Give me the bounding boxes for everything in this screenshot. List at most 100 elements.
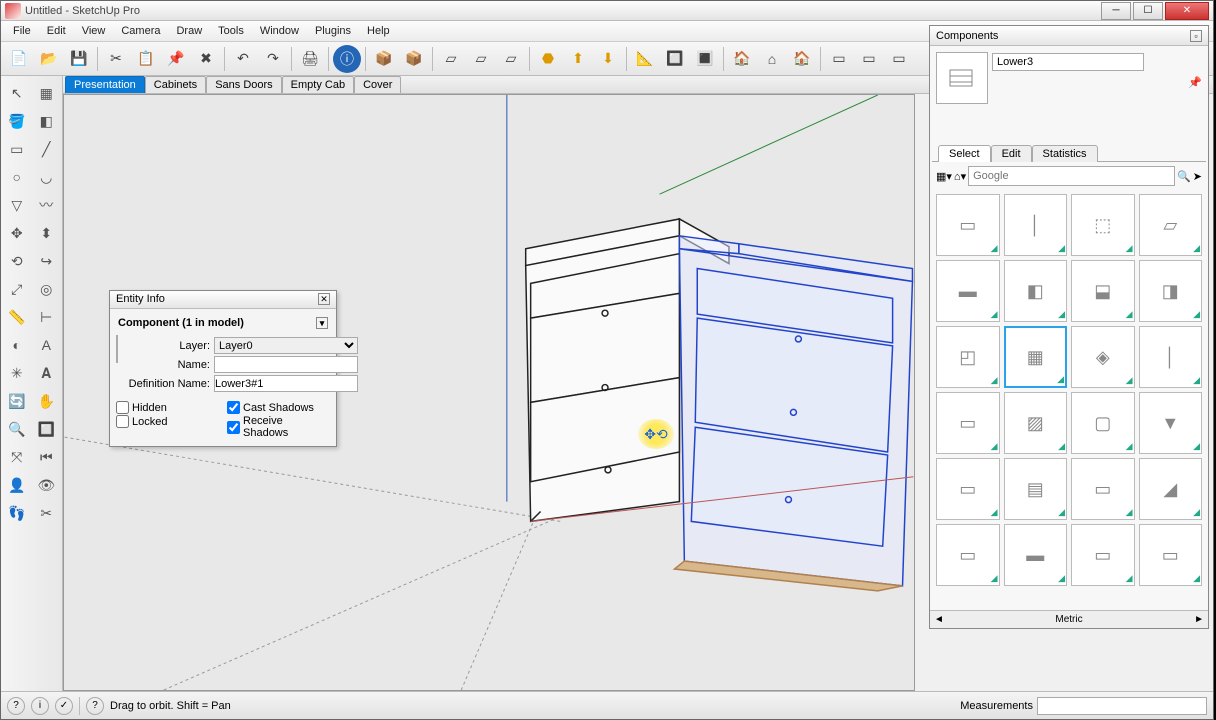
lookaround-tool[interactable]: 👁: [33, 472, 61, 498]
zoomwindow-tool[interactable]: 🔲: [33, 416, 61, 442]
cut-button[interactable]: ✂: [102, 45, 130, 73]
component-button-2[interactable]: ⬆: [564, 45, 592, 73]
component-thumb[interactable]: │◢: [1004, 194, 1068, 256]
component-thumb[interactable]: │◢: [1139, 326, 1203, 388]
pushpull-tool[interactable]: ⬍: [33, 220, 61, 246]
section-button-2[interactable]: ⌂: [758, 45, 786, 73]
component-thumb[interactable]: ▨◢: [1004, 392, 1068, 454]
component-thumb[interactable]: ▭◢: [1071, 524, 1135, 586]
component-thumb[interactable]: ▭◢: [936, 392, 1000, 454]
component-thumb[interactable]: ▼◢: [1139, 392, 1203, 454]
component-thumb[interactable]: ▭◢: [936, 524, 1000, 586]
locked-check[interactable]: Locked: [116, 415, 219, 428]
polygon-tool[interactable]: ▽: [3, 192, 31, 218]
offset-tool[interactable]: ◎: [33, 276, 61, 302]
measure-button-2[interactable]: 🔲: [661, 45, 689, 73]
menu-help[interactable]: Help: [359, 22, 398, 40]
component-pin-icon[interactable]: 📌: [1188, 77, 1202, 89]
next-page-icon[interactable]: ►: [1194, 614, 1204, 625]
previous-tool[interactable]: ⏮: [33, 444, 61, 470]
def-input[interactable]: [214, 375, 358, 392]
layout-button-3[interactable]: ▱: [497, 45, 525, 73]
maximize-button[interactable]: ☐: [1133, 2, 1163, 20]
component-thumb[interactable]: ▭◢: [1139, 524, 1203, 586]
tab-edit[interactable]: Edit: [991, 145, 1032, 162]
entity-material-swatch[interactable]: [116, 335, 118, 363]
section-tool[interactable]: ✂: [33, 500, 61, 526]
style-button-2[interactable]: ▭: [855, 45, 883, 73]
move-tool[interactable]: ✥: [3, 220, 31, 246]
menu-file[interactable]: File: [5, 22, 39, 40]
copy-button[interactable]: 📋: [132, 45, 160, 73]
prev-page-icon[interactable]: ◄: [934, 614, 944, 625]
section-button-1[interactable]: 🏠: [728, 45, 756, 73]
hidden-check[interactable]: Hidden: [116, 401, 219, 414]
scale-tool[interactable]: ⤢: [3, 276, 31, 302]
open-button[interactable]: 📂: [35, 45, 63, 73]
component-thumb[interactable]: ◨◢: [1139, 260, 1203, 322]
component-thumb[interactable]: ▬◢: [936, 260, 1000, 322]
section-button-3[interactable]: 🏠: [788, 45, 816, 73]
entity-menu-icon[interactable]: ▾: [316, 317, 328, 329]
entity-info-panel[interactable]: Entity Info ✕ Component (1 in model) ▾ L…: [109, 290, 337, 447]
components-panel[interactable]: Components ▫ 📌 Select Edit Statistics ▦▾: [929, 25, 1209, 629]
erase-button[interactable]: ✖: [192, 45, 220, 73]
undo-button[interactable]: ↶: [229, 45, 257, 73]
tape-tool[interactable]: 📏: [3, 304, 31, 330]
line-tool[interactable]: ╱: [33, 136, 61, 162]
entity-info-close-icon[interactable]: ✕: [318, 293, 330, 305]
component-button-3[interactable]: ⬇: [594, 45, 622, 73]
print-button[interactable]: 🖨: [296, 45, 324, 73]
measure-button-1[interactable]: 📐: [631, 45, 659, 73]
text-tool[interactable]: A: [33, 332, 61, 358]
menu-draw[interactable]: Draw: [168, 22, 210, 40]
component-thumb[interactable]: ▤◢: [1004, 458, 1068, 520]
scene-presentation[interactable]: Presentation: [65, 76, 145, 93]
receive-check[interactable]: Receive Shadows: [227, 415, 330, 439]
scene-cover[interactable]: Cover: [354, 76, 401, 93]
component-thumb[interactable]: ⬓◢: [1071, 260, 1135, 322]
cast-check[interactable]: Cast Shadows: [227, 401, 330, 414]
walk-tool[interactable]: 👣: [3, 500, 31, 526]
component-thumb[interactable]: ▭◢: [936, 194, 1000, 256]
status-icon-3[interactable]: ✓: [55, 697, 73, 715]
component-thumb[interactable]: ▬◢: [1004, 524, 1068, 586]
component-thumb[interactable]: ◧◢: [1004, 260, 1068, 322]
search-icon[interactable]: 🔍: [1177, 170, 1191, 183]
select-tool[interactable]: ↖: [3, 80, 31, 106]
help-icon[interactable]: ?: [86, 697, 104, 715]
view-mode-icon[interactable]: ▦▾: [936, 170, 952, 183]
save-button[interactable]: 💾: [65, 45, 93, 73]
measure-button-3[interactable]: 🔳: [691, 45, 719, 73]
freehand-tool[interactable]: 〰: [33, 192, 61, 218]
eraser-tool[interactable]: ◧: [33, 108, 61, 134]
menu-tools[interactable]: Tools: [210, 22, 252, 40]
components-collapse-icon[interactable]: ▫: [1190, 30, 1202, 42]
component-tool[interactable]: ▦: [33, 80, 61, 106]
home-icon[interactable]: ⌂▾: [954, 170, 966, 183]
paste-button[interactable]: 📌: [162, 45, 190, 73]
component-button-1[interactable]: ⬣: [534, 45, 562, 73]
paint-tool[interactable]: 🪣: [3, 108, 31, 134]
menu-edit[interactable]: Edit: [39, 22, 74, 40]
model-info-button[interactable]: ⓘ: [333, 45, 361, 73]
component-thumb[interactable]: ⬚◢: [1071, 194, 1135, 256]
close-button[interactable]: ✕: [1165, 2, 1209, 20]
arc-tool[interactable]: ◡: [33, 164, 61, 190]
style-button-1[interactable]: ▭: [825, 45, 853, 73]
component-thumb[interactable]: ▱◢: [1139, 194, 1203, 256]
status-icon-2[interactable]: i: [31, 697, 49, 715]
tab-statistics[interactable]: Statistics: [1032, 145, 1098, 162]
layout-button-1[interactable]: ▱: [437, 45, 465, 73]
component-thumb[interactable]: ▦◢: [1004, 326, 1068, 388]
position-camera-tool[interactable]: 👤: [3, 472, 31, 498]
style-button-3[interactable]: ▭: [885, 45, 913, 73]
menu-camera[interactable]: Camera: [113, 22, 168, 40]
tab-select[interactable]: Select: [938, 145, 991, 162]
navigate-icon[interactable]: ➤: [1193, 170, 1202, 183]
component-search-input[interactable]: [968, 166, 1175, 186]
component-thumb[interactable]: ▭◢: [1071, 458, 1135, 520]
warehouse-button-2[interactable]: 📦: [400, 45, 428, 73]
measurements-input[interactable]: [1037, 697, 1207, 715]
zoom-tool[interactable]: 🔍: [3, 416, 31, 442]
